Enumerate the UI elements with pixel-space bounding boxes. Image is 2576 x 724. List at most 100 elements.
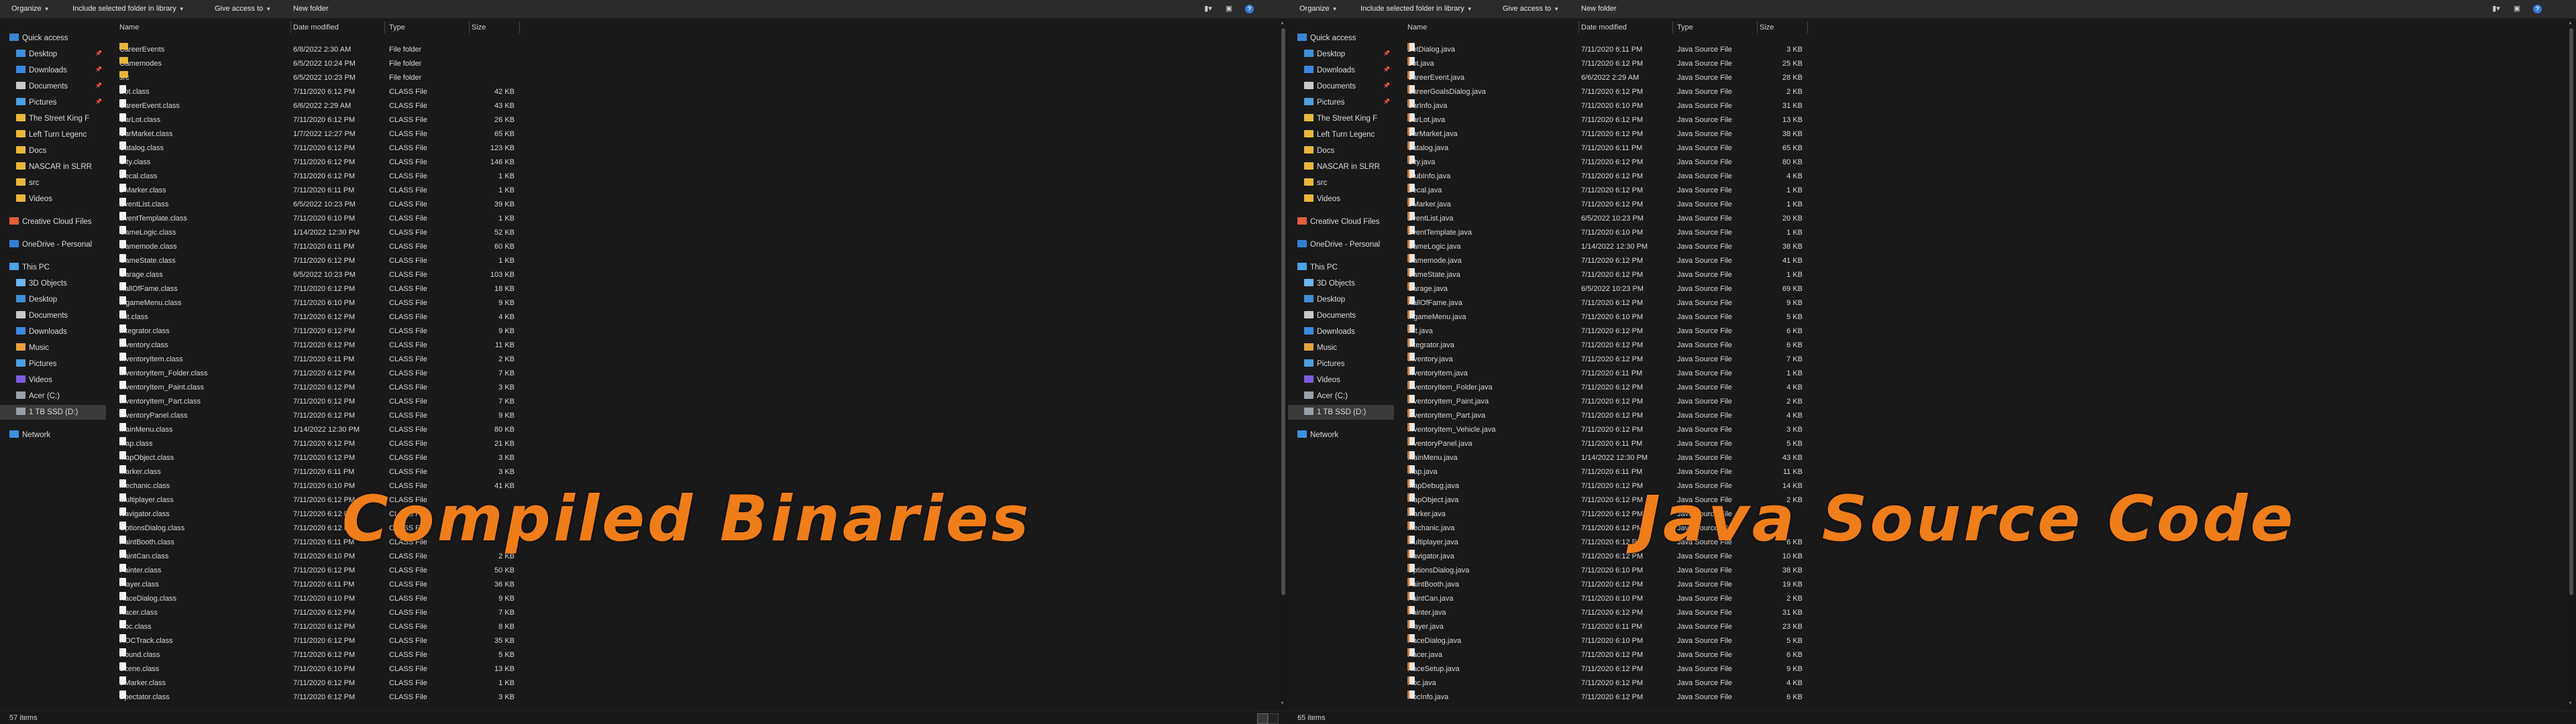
nav-this-pc[interactable]: This PC bbox=[9, 260, 50, 275]
nav-item-downloads[interactable]: Downloads bbox=[1304, 324, 1355, 339]
nav-item-left-turn-legenc[interactable]: Left Turn Legenc bbox=[16, 127, 87, 142]
scroll-down-arrow-icon[interactable]: ▼ bbox=[2568, 701, 2573, 706]
file-row[interactable]: HallOfFame.java 7/11/2020 6:12 PM Java Sou… bbox=[1395, 296, 2566, 310]
file-row[interactable]: GameLogic.class 1/14/2022 12:30 PM CLASS F… bbox=[107, 226, 1278, 240]
file-row[interactable]: CareerEvent.java 6/6/2022 2:29 AM Java Sou… bbox=[1395, 71, 2566, 85]
column-separator[interactable] bbox=[1807, 21, 1808, 34]
file-row[interactable]: IngameMenu.java 7/11/2020 6:10 PM Java Sou… bbox=[1395, 310, 2566, 324]
file-row[interactable]: InventoryPanel.java 7/11/2020 6:11 PM Java… bbox=[1395, 437, 2566, 451]
file-row[interactable]: MapObject.class 7/11/2020 6:12 PM CLASS Fi… bbox=[107, 451, 1278, 465]
nav-item-nascar-in-slrr[interactable]: NASCAR in SLRR bbox=[1304, 160, 1380, 174]
file-row[interactable]: Gamemode.java 7/11/2020 6:12 PM Java Sourc… bbox=[1395, 254, 2566, 268]
file-row[interactable]: EventList.class 6/5/2022 10:23 PM CLASS Fi… bbox=[107, 198, 1278, 212]
nav-item-the-street-king-f[interactable]: The Street King F bbox=[16, 111, 89, 126]
scrollbar-thumb[interactable] bbox=[2569, 28, 2573, 595]
nav-item-1-tb-ssd-d[interactable]: 1 TB SSD (D:) bbox=[1288, 405, 1394, 420]
file-row[interactable]: Catalog.java 7/11/2020 6:11 PM Java Source… bbox=[1395, 141, 2566, 156]
file-row[interactable]: Garage.java 6/5/2022 10:23 PM Java Source … bbox=[1395, 282, 2566, 296]
file-row[interactable]: CarMarket.java 7/11/2020 6:12 PM Java Sour… bbox=[1395, 127, 2566, 141]
file-row[interactable]: CarInfo.java 7/11/2020 6:10 PM Java Source… bbox=[1395, 99, 2566, 113]
file-row[interactable]: Integrator.java 7/11/2020 6:12 PM Java Sou… bbox=[1395, 339, 2566, 353]
preview-pane-icon[interactable]: ▣ bbox=[1224, 5, 1234, 13]
vertical-scrollbar[interactable]: ▲ ▼ bbox=[1278, 19, 1288, 711]
file-row[interactable]: Roc.class 7/11/2020 6:12 PM CLASS File 8 KB bbox=[107, 620, 1278, 634]
organize-button[interactable]: Organize ▼ bbox=[1299, 0, 1338, 18]
nav-this-pc[interactable]: This PC bbox=[1297, 260, 1338, 275]
view-options-icon[interactable]: ▮▾ bbox=[1204, 5, 1212, 13]
file-row[interactable]: Racer.java 7/11/2020 6:12 PM Java Source F… bbox=[1395, 648, 2566, 662]
file-row[interactable]: ROCTrack.class 7/11/2020 6:12 PM CLASS Fil… bbox=[107, 634, 1278, 648]
new-folder-button[interactable]: New folder bbox=[293, 0, 329, 18]
help-icon[interactable]: ? bbox=[2533, 5, 2542, 13]
include-in-library-button[interactable]: Include selected folder in library ▼ bbox=[1360, 0, 1472, 18]
view-options-icon[interactable]: ▮▾ bbox=[2492, 5, 2500, 13]
file-row[interactable]: Player.class 7/11/2020 6:11 PM CLASS File 3… bbox=[107, 578, 1278, 592]
file-row[interactable]: InventoryItem.class 7/11/2020 6:11 PM CLAS… bbox=[107, 353, 1278, 367]
nav-item-3d-objects[interactable]: 3D Objects bbox=[16, 276, 67, 291]
nav-item-desktop[interactable]: Desktop bbox=[1304, 292, 1345, 307]
nav-item-desktop[interactable]: Desktop bbox=[1304, 47, 1345, 62]
file-row[interactable]: EventList.java 6/5/2022 10:23 PM Java Sour… bbox=[1395, 212, 2566, 226]
column-separator[interactable] bbox=[384, 21, 385, 34]
column-separator[interactable] bbox=[1578, 21, 1579, 34]
nav-item-acer-c[interactable]: Acer (C:) bbox=[16, 389, 60, 404]
nav-item-the-street-king-f[interactable]: The Street King F bbox=[1304, 111, 1377, 126]
file-row[interactable]: InventoryPanel.class 7/11/2020 6:12 PM CLA… bbox=[107, 409, 1278, 423]
column-separator[interactable] bbox=[469, 21, 470, 34]
file-row[interactable]: RocInfo.java 7/11/2020 6:12 PM Java Source… bbox=[1395, 690, 2566, 705]
column-separator[interactable] bbox=[519, 21, 520, 34]
vertical-scrollbar[interactable]: ▲ ▼ bbox=[2566, 19, 2576, 711]
column-header-name[interactable]: Name bbox=[1407, 21, 1427, 34]
file-row[interactable]: Map.class 7/11/2020 6:12 PM CLASS File 21 K… bbox=[107, 437, 1278, 451]
file-row[interactable]: PaintCan.java 7/11/2020 6:10 PM Java Sourc… bbox=[1395, 592, 2566, 606]
file-row[interactable]: InventoryItem_Part.class 7/11/2020 6:12 P… bbox=[107, 395, 1278, 409]
file-row[interactable]: Integrator.class 7/11/2020 6:12 PM CLASS F… bbox=[107, 324, 1278, 339]
nav-item-3d-objects[interactable]: 3D Objects bbox=[1304, 276, 1355, 291]
nav-item-pictures[interactable]: Pictures bbox=[1304, 357, 1345, 371]
file-row[interactable]: CarLot.java 7/11/2020 6:12 PM Java Source … bbox=[1395, 113, 2566, 127]
file-row[interactable]: Catalog.class 7/11/2020 6:12 PM CLASS File… bbox=[107, 141, 1278, 156]
file-row[interactable]: DMarker.class 7/11/2020 6:11 PM CLASS File… bbox=[107, 184, 1278, 198]
file-row[interactable]: Gamemodes 6/5/2022 10:24 PM File folder bbox=[107, 57, 1278, 71]
nav-item-music[interactable]: Music bbox=[1304, 341, 1337, 355]
file-row[interactable]: RaceSetup.java 7/11/2020 6:12 PM Java Sour… bbox=[1395, 662, 2566, 676]
file-row[interactable]: EventTemplate.java 7/11/2020 6:10 PM Java … bbox=[1395, 226, 2566, 240]
file-row[interactable]: CarMarket.class 1/7/2022 12:27 PM CLASS Fi… bbox=[107, 127, 1278, 141]
column-header-date[interactable]: Date modified bbox=[293, 21, 339, 34]
nav-item-videos[interactable]: Videos bbox=[1304, 373, 1340, 387]
file-row[interactable]: InventoryItem_Part.java 7/11/2020 6:12 PM… bbox=[1395, 409, 2566, 423]
nav-item-docs[interactable]: Docs bbox=[1304, 143, 1334, 158]
file-row[interactable]: HallOfFame.class 7/11/2020 6:12 PM CLASS F… bbox=[107, 282, 1278, 296]
file-row[interactable]: Bot.class 7/11/2020 6:12 PM CLASS File 42 K… bbox=[107, 85, 1278, 99]
nav-item-desktop[interactable]: Desktop bbox=[16, 47, 57, 62]
file-row[interactable]: BetDialog.java 7/11/2020 6:11 PM Java Sour… bbox=[1395, 43, 2566, 57]
nav-item-downloads[interactable]: Downloads bbox=[16, 324, 67, 339]
nav-quick-access[interactable]: Quick access bbox=[1297, 31, 1356, 46]
include-in-library-button[interactable]: Include selected folder in library ▼ bbox=[72, 0, 184, 18]
nav-item-left-turn-legenc[interactable]: Left Turn Legenc bbox=[1304, 127, 1375, 142]
nav-item-pictures[interactable]: Pictures bbox=[1304, 95, 1345, 110]
file-row[interactable]: Bot.java 7/11/2020 6:12 PM Java Source Fil… bbox=[1395, 57, 2566, 71]
large-icons-view-icon[interactable] bbox=[1268, 713, 1279, 724]
file-row[interactable]: CareerEvent.class 6/6/2022 2:29 AM CLASS F… bbox=[107, 99, 1278, 113]
nav-item-acer-c[interactable]: Acer (C:) bbox=[1304, 389, 1348, 404]
file-row[interactable]: Painter.java 7/11/2020 6:12 PM Java Source… bbox=[1395, 606, 2566, 620]
column-header-size[interactable]: Size bbox=[1760, 21, 1774, 34]
file-row[interactable]: Decal.class 7/11/2020 6:12 PM CLASS File 1 … bbox=[107, 170, 1278, 184]
file-row[interactable]: CareerEvents 6/8/2022 2:30 AM File folder bbox=[107, 43, 1278, 57]
scroll-up-arrow-icon[interactable]: ▲ bbox=[2568, 21, 2573, 25]
file-row[interactable]: City.class 7/11/2020 6:12 PM CLASS File 146… bbox=[107, 156, 1278, 170]
nav-item-videos[interactable]: Videos bbox=[1304, 192, 1340, 206]
file-row[interactable]: Round.class 7/11/2020 6:12 PM CLASS File 5 … bbox=[107, 648, 1278, 662]
nav-item-documents[interactable]: Documents bbox=[16, 308, 68, 323]
file-row[interactable]: Init.java 7/11/2020 6:12 PM Java Source Fi… bbox=[1395, 324, 2566, 339]
file-row[interactable]: Marker.class 7/11/2020 6:11 PM CLASS File 3… bbox=[107, 465, 1278, 479]
file-row[interactable]: Garage.class 6/5/2022 10:23 PM CLASS File 1… bbox=[107, 268, 1278, 282]
nav-creative-cloud[interactable]: Creative Cloud Files bbox=[9, 215, 92, 229]
nav-item-nascar-in-slrr[interactable]: NASCAR in SLRR bbox=[16, 160, 92, 174]
nav-item-src[interactable]: src bbox=[1304, 176, 1327, 190]
column-header-size[interactable]: Size bbox=[472, 21, 486, 34]
nav-item-music[interactable]: Music bbox=[16, 341, 49, 355]
nav-onedrive[interactable]: OneDrive - Personal bbox=[9, 237, 92, 252]
file-row[interactable]: RaceDialog.class 7/11/2020 6:10 PM CLASS F… bbox=[107, 592, 1278, 606]
